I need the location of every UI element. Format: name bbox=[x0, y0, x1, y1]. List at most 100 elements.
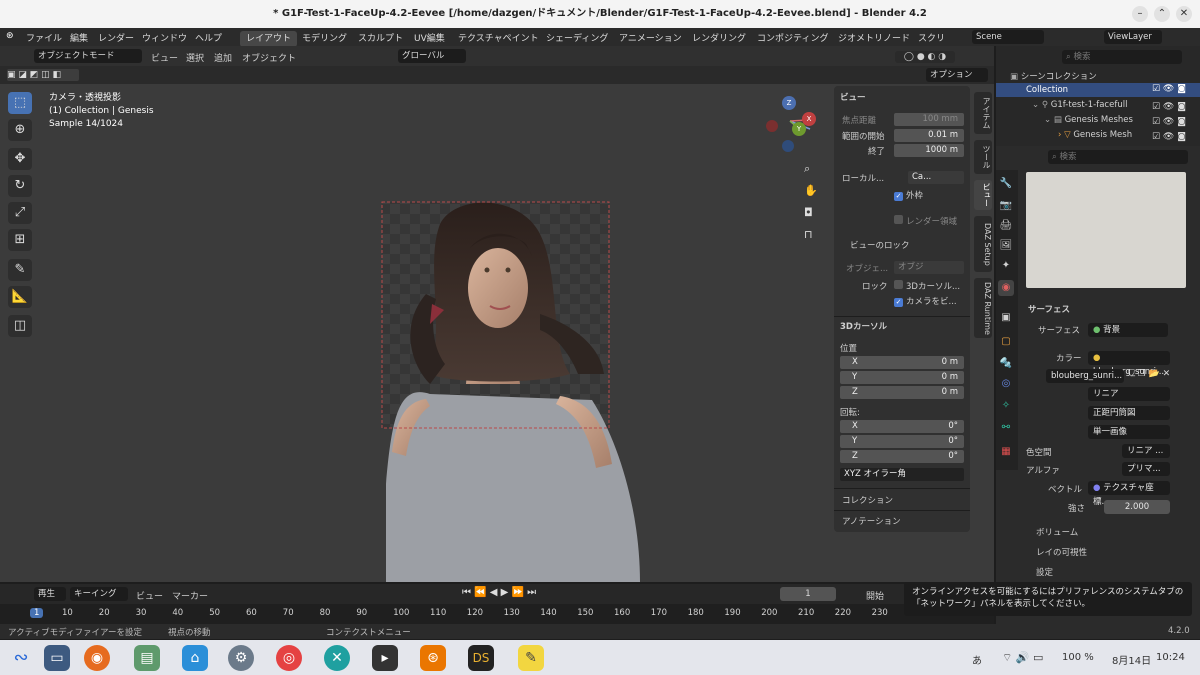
annotation-panel-header[interactable]: アノテーション bbox=[842, 515, 901, 527]
world-tab-icon[interactable]: ◉ bbox=[998, 280, 1014, 296]
properties-search[interactable]: ⌕ 検索 bbox=[1048, 150, 1188, 164]
menu-edit[interactable]: 編集 bbox=[70, 31, 88, 44]
cursor-location-x-field[interactable]: X 0 m bbox=[840, 356, 964, 369]
menu-select[interactable]: 選択 bbox=[186, 51, 204, 64]
select-box-tool-icon[interactable]: ⬚ bbox=[8, 92, 32, 114]
rotation-mode-dropdown[interactable]: XYZ オイラー角 bbox=[840, 468, 964, 481]
strength-field[interactable]: 2.000 bbox=[1104, 500, 1170, 514]
lock-view-subheader[interactable]: ビューのロック bbox=[850, 239, 910, 251]
workspace-tab-compositing[interactable]: コンポジティング bbox=[757, 31, 828, 44]
close-button[interactable]: ✕ bbox=[1176, 6, 1192, 22]
orientation-dropdown[interactable]: グローバル bbox=[398, 49, 466, 63]
object-tab-icon[interactable]: ▢ bbox=[998, 334, 1014, 350]
ray-visibility-panel-header[interactable]: レイの可視性 bbox=[1036, 546, 1087, 558]
workspace-tab-animation[interactable]: アニメーション bbox=[619, 31, 682, 44]
view-panel-header[interactable]: ビュー bbox=[840, 91, 866, 103]
tab-daz-runtime[interactable]: DAZ Runtime bbox=[974, 278, 992, 338]
pan-hand-icon[interactable]: ✋ bbox=[804, 184, 818, 197]
ime-indicator[interactable]: あ bbox=[972, 652, 982, 667]
output-tab-icon[interactable]: 🖨 bbox=[998, 218, 1014, 234]
lock-camera-checkbox[interactable]: ✓ カメラをビ... bbox=[894, 295, 957, 307]
notes-icon[interactable]: ✎ bbox=[518, 645, 544, 671]
clip-end-field[interactable]: 1000 m bbox=[894, 144, 964, 157]
settings-icon[interactable]: ⚙ bbox=[228, 645, 254, 671]
outliner-row-meshes[interactable]: ⌄ ▤ Genesis Meshes bbox=[1044, 115, 1133, 125]
shading-buttons[interactable]: ◯ ● ◐ ◑ bbox=[895, 51, 955, 63]
current-frame-field[interactable]: 1 bbox=[780, 587, 836, 601]
menu-window[interactable]: ウィンドウ bbox=[142, 31, 187, 44]
tab-view[interactable]: ビュー bbox=[974, 180, 992, 210]
menu-object[interactable]: オブジェクト bbox=[242, 51, 296, 64]
visibility-eye-icon[interactable]: ☑ 👁 ◙ bbox=[1152, 84, 1186, 94]
lock-3d-cursor-checkbox[interactable]: 3Dカーソル... bbox=[894, 280, 960, 292]
annotate-tool-icon[interactable]: ✎ bbox=[8, 259, 32, 281]
playback-controls[interactable]: ⏮ ⏪ ◀ ▶ ⏩ ⏭ bbox=[462, 587, 536, 598]
scene-selector[interactable]: Scene bbox=[972, 30, 1044, 44]
transform-tool-icon[interactable]: ⊞ bbox=[8, 229, 32, 251]
terminal-icon[interactable]: ▸ bbox=[372, 645, 398, 671]
outliner-row-collection[interactable]: Collection ☑ 👁 ◙ bbox=[996, 83, 1200, 97]
outer-frame-checkbox[interactable]: ✓ 外枠 bbox=[894, 189, 923, 201]
alpha-dropdown[interactable]: プリマ... bbox=[1122, 462, 1170, 476]
cursor-tool-icon[interactable]: ⊕ bbox=[8, 119, 32, 141]
cursor-rotation-y-field[interactable]: Y 0° bbox=[840, 435, 964, 448]
scene-tab-icon[interactable]: ✦ bbox=[998, 258, 1014, 274]
playback-menu[interactable]: 再生 bbox=[34, 587, 66, 601]
settings-panel-header[interactable]: 設定 bbox=[1036, 566, 1053, 578]
scale-tool-icon[interactable]: ⤢ bbox=[8, 202, 32, 224]
cursor-location-y-field[interactable]: Y 0 m bbox=[840, 371, 964, 384]
outliner-scene-collection[interactable]: ▣ シーンコレクション bbox=[1010, 70, 1097, 82]
lock-object-field[interactable]: オブジ bbox=[894, 261, 964, 274]
menu-file[interactable]: ファイル bbox=[26, 31, 62, 44]
zoom-icon[interactable]: ⌕ bbox=[804, 162, 810, 176]
surface-shader-field[interactable]: ● 背景 bbox=[1088, 323, 1168, 337]
colorspace-dropdown[interactable]: リニア ... bbox=[1122, 444, 1170, 458]
view-layer-selector[interactable]: ViewLayer bbox=[1104, 30, 1162, 44]
collection-panel-header[interactable]: コレクション bbox=[842, 494, 893, 506]
add-cube-tool-icon[interactable]: ◫ bbox=[8, 315, 32, 337]
menu-view[interactable]: ビュー bbox=[151, 51, 178, 64]
collection-tab-icon[interactable]: ▣ bbox=[998, 310, 1014, 326]
tab-item[interactable]: アイテム bbox=[974, 92, 992, 134]
menu-render[interactable]: レンダー bbox=[98, 31, 134, 44]
workspace-tab-shading[interactable]: シェーディング bbox=[546, 31, 608, 44]
cursor-rotation-z-field[interactable]: Z 0° bbox=[840, 450, 964, 463]
select-mode-buttons[interactable]: ▣ ◪ ◩ ◫ ◧ bbox=[7, 69, 79, 81]
tool-tab-icon[interactable]: 🔧 bbox=[998, 176, 1014, 192]
lock-icon[interactable]: ⊓ bbox=[804, 228, 813, 241]
workspace-tab-scripting[interactable]: スクリ bbox=[918, 31, 945, 44]
workspace-tab-uv[interactable]: UV編集 bbox=[414, 31, 445, 44]
local-camera-field[interactable]: Ca... bbox=[908, 171, 964, 184]
files-icon[interactable]: ▤ bbox=[134, 645, 160, 671]
image-datablock-field[interactable]: blouberg_sunri... bbox=[1046, 369, 1124, 383]
xfce-icon[interactable]: ✕ bbox=[324, 645, 350, 671]
workspace-tab-geometry-nodes[interactable]: ジオメトリノード bbox=[838, 31, 910, 44]
maximize-button[interactable]: ⌃ bbox=[1154, 6, 1170, 22]
firefox-icon[interactable]: ◉ bbox=[84, 645, 110, 671]
source-dropdown[interactable]: 単一画像 bbox=[1088, 425, 1170, 439]
vector-input-field[interactable]: ● テクスチャ座標... bbox=[1088, 481, 1170, 507]
outliner-visibility-toggles[interactable]: ☑ 👁 ◙ ☑ 👁 ◙ ☑ 👁 ◙ bbox=[1152, 100, 1186, 145]
timeline-view-menu[interactable]: ビュー bbox=[136, 589, 163, 602]
workspace-tab-modeling[interactable]: モデリング bbox=[302, 31, 347, 44]
mode-dropdown[interactable]: オブジェクトモード bbox=[34, 49, 142, 63]
focal-length-field[interactable]: 100 mm bbox=[894, 113, 964, 126]
store-icon[interactable]: ⌂ bbox=[182, 645, 208, 671]
blender-icon[interactable]: ⊛ bbox=[420, 645, 446, 671]
texture-tab-icon[interactable]: ▦ bbox=[998, 444, 1014, 460]
camera-view-icon[interactable]: ◘ bbox=[804, 206, 813, 219]
render-region-checkbox[interactable]: レンダー領域 bbox=[894, 215, 957, 227]
desktop-icon[interactable]: ▭ bbox=[44, 645, 70, 671]
rotate-tool-icon[interactable]: ↻ bbox=[8, 175, 32, 197]
gizmo-z-label[interactable]: Z bbox=[782, 96, 796, 110]
daz-studio-icon[interactable]: DS bbox=[468, 645, 494, 671]
marker-menu[interactable]: マーカー bbox=[172, 589, 208, 602]
network-icon[interactable]: ⌔ 🔊 ▭ bbox=[1002, 651, 1043, 665]
outliner-row-armature[interactable]: ⌄ ⚲ G1f-test-1-facefull bbox=[1032, 100, 1127, 110]
blender-logo-icon[interactable]: ⊛ bbox=[6, 31, 14, 41]
workspace-tab-layout[interactable]: レイアウト bbox=[240, 31, 298, 47]
tab-tool[interactable]: ツール bbox=[974, 140, 992, 174]
workspace-tab-sculpt[interactable]: スカルプト bbox=[358, 31, 403, 44]
render-tab-icon[interactable]: 📷 bbox=[998, 198, 1014, 214]
constraints-tab-icon[interactable]: ✧ bbox=[998, 398, 1014, 414]
